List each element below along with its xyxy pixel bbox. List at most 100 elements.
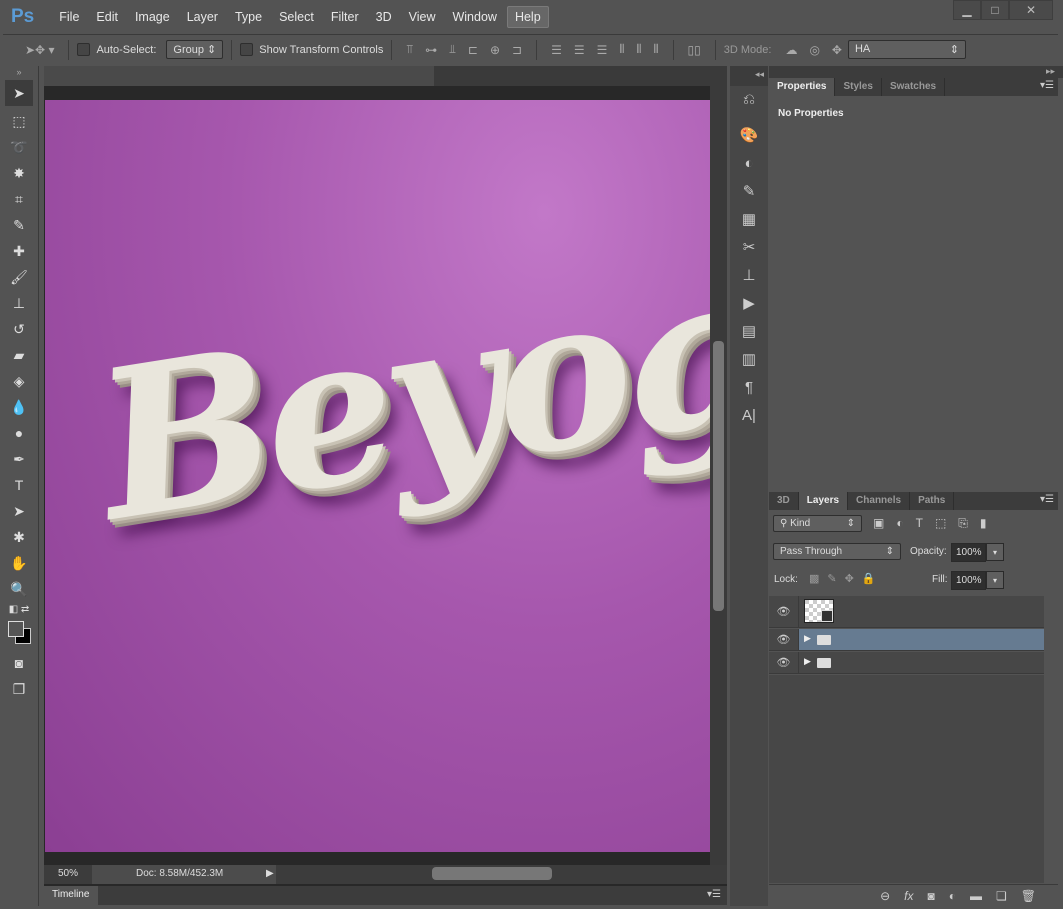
minimize-button[interactable]: ▁ (953, 0, 981, 20)
collapse-toolbar-icon[interactable]: » (0, 66, 38, 78)
dodge-tool-icon[interactable]: ● (0, 420, 38, 446)
expand-group-icon[interactable]: ▶ (804, 656, 811, 667)
new-group-icon[interactable]: ▬ (970, 889, 982, 903)
paragraph-panel-icon[interactable]: ¶ (730, 374, 768, 402)
clone-stamp-tool-icon[interactable]: ⊥ (0, 290, 38, 316)
panel-menu-icon[interactable]: ▾☰ (707, 889, 721, 900)
align-left-icon[interactable]: ⊏ (468, 43, 478, 57)
align-bottom-icon[interactable]: ⫫ (449, 42, 456, 57)
adjustments-panel-icon[interactable]: ◐ (730, 150, 768, 178)
horizontal-scroll-thumb[interactable] (432, 867, 552, 880)
brush-presets-icon[interactable]: ✎ (730, 178, 768, 206)
hand-tool-icon[interactable]: ✋ (0, 550, 38, 576)
menu-view[interactable]: View (402, 7, 443, 27)
filter-shape-icon[interactable]: ⬚ (935, 516, 946, 531)
delete-layer-icon[interactable]: 🗑 (1021, 889, 1036, 903)
marquee-tool-icon[interactable]: ⬚ (0, 108, 38, 134)
menu-3d[interactable]: 3D (369, 7, 399, 27)
distribute-vcenter-icon[interactable]: ☰ (574, 43, 585, 57)
layer-row-group[interactable]: 👁 ▶ (769, 652, 1044, 674)
workspace-dropdown[interactable]: HA ⇕ (847, 40, 966, 59)
menu-edit[interactable]: Edit (89, 7, 125, 27)
type-tool-icon[interactable]: T (0, 472, 38, 498)
lock-all-icon[interactable]: 🔒 (862, 572, 876, 585)
tab-layers[interactable]: Layers (798, 492, 849, 510)
show-transform-controls-checkbox[interactable] (240, 43, 254, 56)
quick-mask-icon[interactable]: ◙ (0, 650, 38, 676)
opacity-input[interactable]: 100% (951, 543, 986, 562)
swap-colors-icon[interactable]: ◧ ⇄ (0, 602, 38, 618)
distribute-bottom-icon[interactable]: ☰ (597, 43, 608, 57)
3d-pan-icon[interactable]: ✥ (832, 43, 842, 57)
brush-tool-icon[interactable]: 🖌 (0, 264, 38, 290)
foreground-color-swatch[interactable] (8, 621, 24, 637)
blend-mode-dropdown[interactable]: Pass Through ⇕ (773, 543, 901, 560)
menu-layer[interactable]: Layer (180, 7, 225, 27)
healing-brush-tool-icon[interactable]: ✚ (0, 238, 38, 264)
auto-select-mode-dropdown[interactable]: Group ⇕ (166, 40, 224, 59)
magic-wand-tool-icon[interactable]: ✸ (0, 160, 38, 186)
visibility-eye-icon[interactable]: 👁 (769, 596, 799, 627)
layer-filter-dropdown[interactable]: ⚲ Kind ⇕ (773, 515, 862, 532)
move-tool-icon[interactable]: ➤ (5, 80, 33, 106)
tab-timeline[interactable]: Timeline (44, 886, 98, 905)
menu-select[interactable]: Select (272, 7, 321, 27)
expand-group-icon[interactable]: ▶ (804, 633, 811, 644)
menu-help[interactable]: Help (506, 5, 549, 28)
tool-presets-icon[interactable]: ✂ (730, 234, 768, 262)
align-hcenter-icon[interactable]: ⊕ (490, 43, 500, 57)
history-brush-tool-icon[interactable]: ↺ (0, 316, 38, 342)
layer-row-smart-object[interactable]: 👁 (769, 596, 1044, 628)
align-vcenter-icon[interactable]: ⊶ (425, 43, 437, 57)
vertical-scrollbar[interactable] (710, 86, 727, 866)
lock-pixels-icon[interactable]: ✎ (827, 572, 836, 585)
align-top-icon[interactable]: ⫪ (406, 42, 413, 57)
tab-paths[interactable]: Paths (910, 492, 955, 510)
document-tab[interactable] (44, 66, 434, 86)
color-panel-icon[interactable]: 🎨 (730, 122, 768, 150)
pen-tool-icon[interactable]: ✒ (0, 446, 38, 472)
auto-align-icon[interactable]: ▯▯ (688, 43, 701, 57)
properties-menu-icon[interactable]: ▾☰ (1040, 80, 1054, 91)
history-panel-icon[interactable]: ⎌ (730, 86, 768, 114)
new-layer-icon[interactable]: ❏ (996, 889, 1007, 903)
tab-3d[interactable]: 3D (769, 492, 799, 510)
visibility-eye-icon[interactable]: 👁 (769, 629, 799, 650)
move-tool-preset-icon[interactable]: ➤✥ ▾ (25, 43, 54, 57)
layers-menu-icon[interactable]: ▾☰ (1040, 494, 1054, 505)
expand-panels-icon[interactable]: ▸▸ (769, 66, 1063, 78)
brush-panel-icon[interactable]: ▦ (730, 206, 768, 234)
menu-image[interactable]: Image (128, 7, 177, 27)
menu-filter[interactable]: Filter (324, 7, 366, 27)
tab-channels[interactable]: Channels (848, 492, 911, 510)
fill-input[interactable]: 100% (951, 571, 986, 590)
opacity-dropdown[interactable]: ▾ (986, 543, 1004, 561)
link-layers-icon[interactable]: ⊖ (880, 889, 890, 903)
auto-select-checkbox[interactable] (77, 43, 91, 56)
crop-tool-icon[interactable]: ⌗ (0, 186, 38, 212)
path-selection-tool-icon[interactable]: ➤ (0, 498, 38, 524)
menu-window[interactable]: Window (445, 7, 503, 27)
status-menu-arrow-icon[interactable]: ▶ (266, 868, 274, 879)
menu-file[interactable]: File (52, 7, 86, 27)
filter-toggle-icon[interactable]: ▮ (980, 516, 987, 531)
character-panel-icon[interactable]: A| (730, 402, 768, 430)
color-swatches[interactable] (0, 618, 38, 650)
new-adjustment-layer-icon[interactable]: ◐ (949, 889, 956, 903)
3d-orbit-icon[interactable]: ☁ (785, 43, 797, 57)
visibility-eye-icon[interactable]: 👁 (769, 652, 799, 673)
lasso-tool-icon[interactable]: ➰ (0, 134, 38, 160)
info-panel-icon[interactable]: ▤ (730, 318, 768, 346)
distribute-left-icon[interactable]: ⫴ (619, 42, 624, 57)
filter-pixel-icon[interactable]: ▣ (873, 516, 884, 531)
menu-type[interactable]: Type (228, 7, 269, 27)
layer-style-fx-icon[interactable]: fx (904, 889, 913, 903)
clone-source-icon[interactable]: ⊥ (730, 262, 768, 290)
paint-bucket-tool-icon[interactable]: ◈ (0, 368, 38, 394)
tab-swatches[interactable]: Swatches (882, 78, 946, 96)
tab-properties[interactable]: Properties (769, 78, 836, 96)
close-button[interactable]: ✕ (1009, 0, 1053, 20)
screen-mode-icon[interactable]: ❐ (0, 676, 38, 702)
distribute-top-icon[interactable]: ☰ (551, 43, 562, 57)
vertical-scroll-thumb[interactable] (713, 341, 724, 611)
